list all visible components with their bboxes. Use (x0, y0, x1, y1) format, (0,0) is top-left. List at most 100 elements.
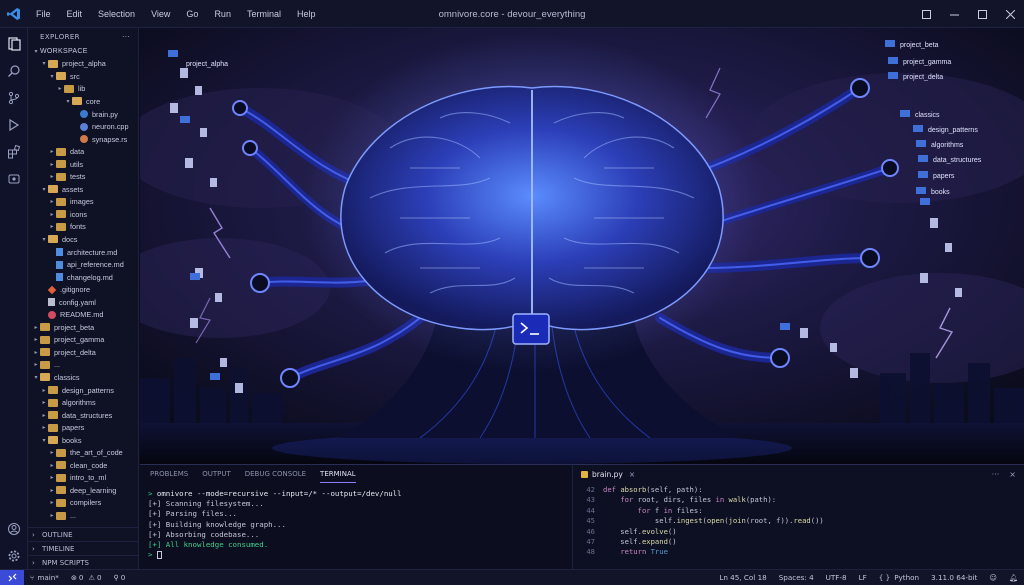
tree-item-[interactable]: ▸... (28, 509, 138, 522)
tree-item-clean-code[interactable]: ▸ clean_code (28, 459, 138, 472)
tree-item-project-gamma[interactable]: ▸ project_gamma (28, 334, 138, 347)
tree-item-label: README.md (60, 310, 104, 320)
tree-item-config-yaml[interactable]: config.yaml (28, 296, 138, 309)
tree-item-core[interactable]: ▾ core (28, 95, 138, 108)
section-timeline[interactable]: › TIMELINE (28, 541, 138, 555)
feedback-icon[interactable]: ☺ (983, 570, 1003, 585)
menu-help[interactable]: Help (289, 9, 324, 19)
tab-problems[interactable]: PROBLEMS (150, 465, 188, 483)
tree-item-utils[interactable]: ▸ utils (28, 158, 138, 171)
python-interpreter[interactable]: 3.11.0 64-bit (925, 570, 983, 585)
tree-item-label: lib (78, 84, 86, 94)
tree-item-images[interactable]: ▸ images (28, 196, 138, 209)
editor-tab-brain-py[interactable]: brain.py × (581, 470, 635, 479)
terminal-prompt: > (148, 550, 153, 560)
tree-item-[interactable]: ▸... (28, 359, 138, 372)
tab-terminal[interactable]: TERMINAL (320, 465, 356, 483)
remote-explorer-icon[interactable] (0, 165, 28, 192)
tree-item-algorithms[interactable]: ▸ algorithms (28, 396, 138, 409)
tree-item-docs[interactable]: ▾ docs (28, 233, 138, 246)
close-window-icon[interactable] (996, 0, 1024, 28)
tree-item-lib[interactable]: ▸ lib (28, 83, 138, 96)
code-line: 46 self.evolve() (586, 526, 677, 536)
tree-item-deep-learning[interactable]: ▸ deep_learning (28, 484, 138, 497)
maximize-icon[interactable] (968, 0, 996, 28)
menu-selection[interactable]: Selection (90, 9, 143, 19)
tree-item-compilers[interactable]: ▸ compilers (28, 497, 138, 510)
tree-item-papers[interactable]: ▸ papers (28, 421, 138, 434)
section-outline[interactable]: › OUTLINE (28, 527, 138, 541)
branch-indicator[interactable]: ⑂ main* (24, 570, 65, 585)
tree-item-project-beta[interactable]: ▸ project_beta (28, 321, 138, 334)
code-area[interactable]: 42 def absorb(self, path): 43 for root, d… (573, 483, 1024, 558)
minimize-icon[interactable] (940, 0, 968, 28)
tree-item-tests[interactable]: ▸ tests (28, 170, 138, 183)
section-npm-scripts[interactable]: › NPM SCRIPTS (28, 555, 138, 569)
tree-item-classics[interactable]: ▾ classics (28, 371, 138, 384)
menu-file[interactable]: File (28, 9, 59, 19)
markdown-file-icon (56, 260, 63, 269)
tree-item-assets[interactable]: ▾ assets (28, 183, 138, 196)
tree-item-books[interactable]: ▾ books (28, 434, 138, 447)
tab-close-icon[interactable]: × (629, 470, 635, 479)
settings-gear-icon[interactable] (0, 542, 28, 569)
tree-item-the-art-of-code[interactable]: ▸ the_art_of_code (28, 447, 138, 460)
tree-item-workspace[interactable]: ▾ WORKSPACE (28, 45, 138, 58)
notifications-bell-icon[interactable]: 🔔︎ (1003, 570, 1024, 585)
menu-terminal[interactable]: Terminal (239, 9, 289, 19)
problems-indicator[interactable]: ⊗ 0 ⚠ 0 (65, 570, 108, 585)
line-ending[interactable]: LF (853, 570, 873, 585)
tree-item-project-alpha[interactable]: ▾ project_alpha (28, 58, 138, 71)
tree-item-data[interactable]: ▸ data (28, 145, 138, 158)
tree-item-api-reference-md[interactable]: api_reference.md (28, 258, 138, 271)
more-actions-icon[interactable]: ··· (992, 470, 1000, 479)
ports-indicator[interactable]: ⚲ 0 (108, 570, 132, 585)
menu-run[interactable]: Run (206, 9, 239, 19)
remote-indicator-icon[interactable] (0, 569, 24, 585)
tree-item-icons[interactable]: ▸ icons (28, 208, 138, 221)
tree-item-architecture-md[interactable]: architecture.md (28, 246, 138, 259)
terminal-output[interactable]: > omnivore --mode=recursive --input=/* -… (140, 483, 572, 560)
extensions-icon[interactable] (0, 138, 28, 165)
chevron-down-icon: ▾ (42, 186, 46, 193)
chevron-right-icon: ▸ (50, 513, 54, 519)
menu-view[interactable]: View (143, 9, 178, 19)
tree-item-fonts[interactable]: ▸ fonts (28, 221, 138, 234)
layout-toggle-icon[interactable] (912, 0, 940, 28)
indentation[interactable]: Spaces: 4 (773, 570, 820, 585)
folder-icon (40, 335, 50, 344)
tree-item-label: src (70, 71, 80, 81)
tree-item-gitignore[interactable]: .gitignore (28, 283, 138, 296)
explorer-more-icon[interactable]: ··· (122, 33, 130, 41)
folder-icon (56, 473, 66, 482)
run-debug-icon[interactable] (0, 111, 28, 138)
encoding[interactable]: UTF-8 (820, 570, 853, 585)
tree-item-src[interactable]: ▾ src (28, 70, 138, 83)
cursor-position[interactable]: Ln 45, Col 18 (713, 570, 772, 585)
tree-item-intro-to-ml[interactable]: ▸ intro_to_ml (28, 472, 138, 485)
tree-item-readme-md[interactable]: README.md (28, 308, 138, 321)
tree-item-changelog-md[interactable]: changelog.md (28, 271, 138, 284)
editor-controls: ··· × (992, 470, 1016, 479)
tree-item-label: project_beta (54, 322, 95, 332)
tree-item-design-patterns[interactable]: ▸ design_patterns (28, 384, 138, 397)
menu-go[interactable]: Go (178, 9, 206, 19)
language-mode[interactable]: { } Python (873, 570, 925, 585)
source-control-icon[interactable] (0, 84, 28, 111)
tree-item-synapse-rs[interactable]: synapse.rs (28, 133, 138, 146)
hero-label-right-3: classics (915, 112, 940, 119)
terminal-input-line[interactable]: > (148, 550, 572, 560)
tree-item-data-structures[interactable]: ▸ data_structures (28, 409, 138, 422)
close-panel-icon[interactable]: × (1009, 470, 1016, 479)
accounts-icon[interactable] (0, 515, 28, 542)
search-icon[interactable] (0, 57, 28, 84)
tree-item-neuron-cpp[interactable]: neuron.cpp (28, 120, 138, 133)
folder-icon (56, 222, 66, 231)
folder-icon (40, 323, 50, 332)
tab-output[interactable]: OUTPUT (202, 465, 231, 483)
explorer-icon[interactable] (0, 30, 28, 57)
tree-item-project-delta[interactable]: ▸ project_delta (28, 346, 138, 359)
menu-edit[interactable]: Edit (59, 9, 91, 19)
tab-debug-console[interactable]: DEBUG CONSOLE (245, 465, 306, 483)
tree-item-brain-py[interactable]: brain.py (28, 108, 138, 121)
